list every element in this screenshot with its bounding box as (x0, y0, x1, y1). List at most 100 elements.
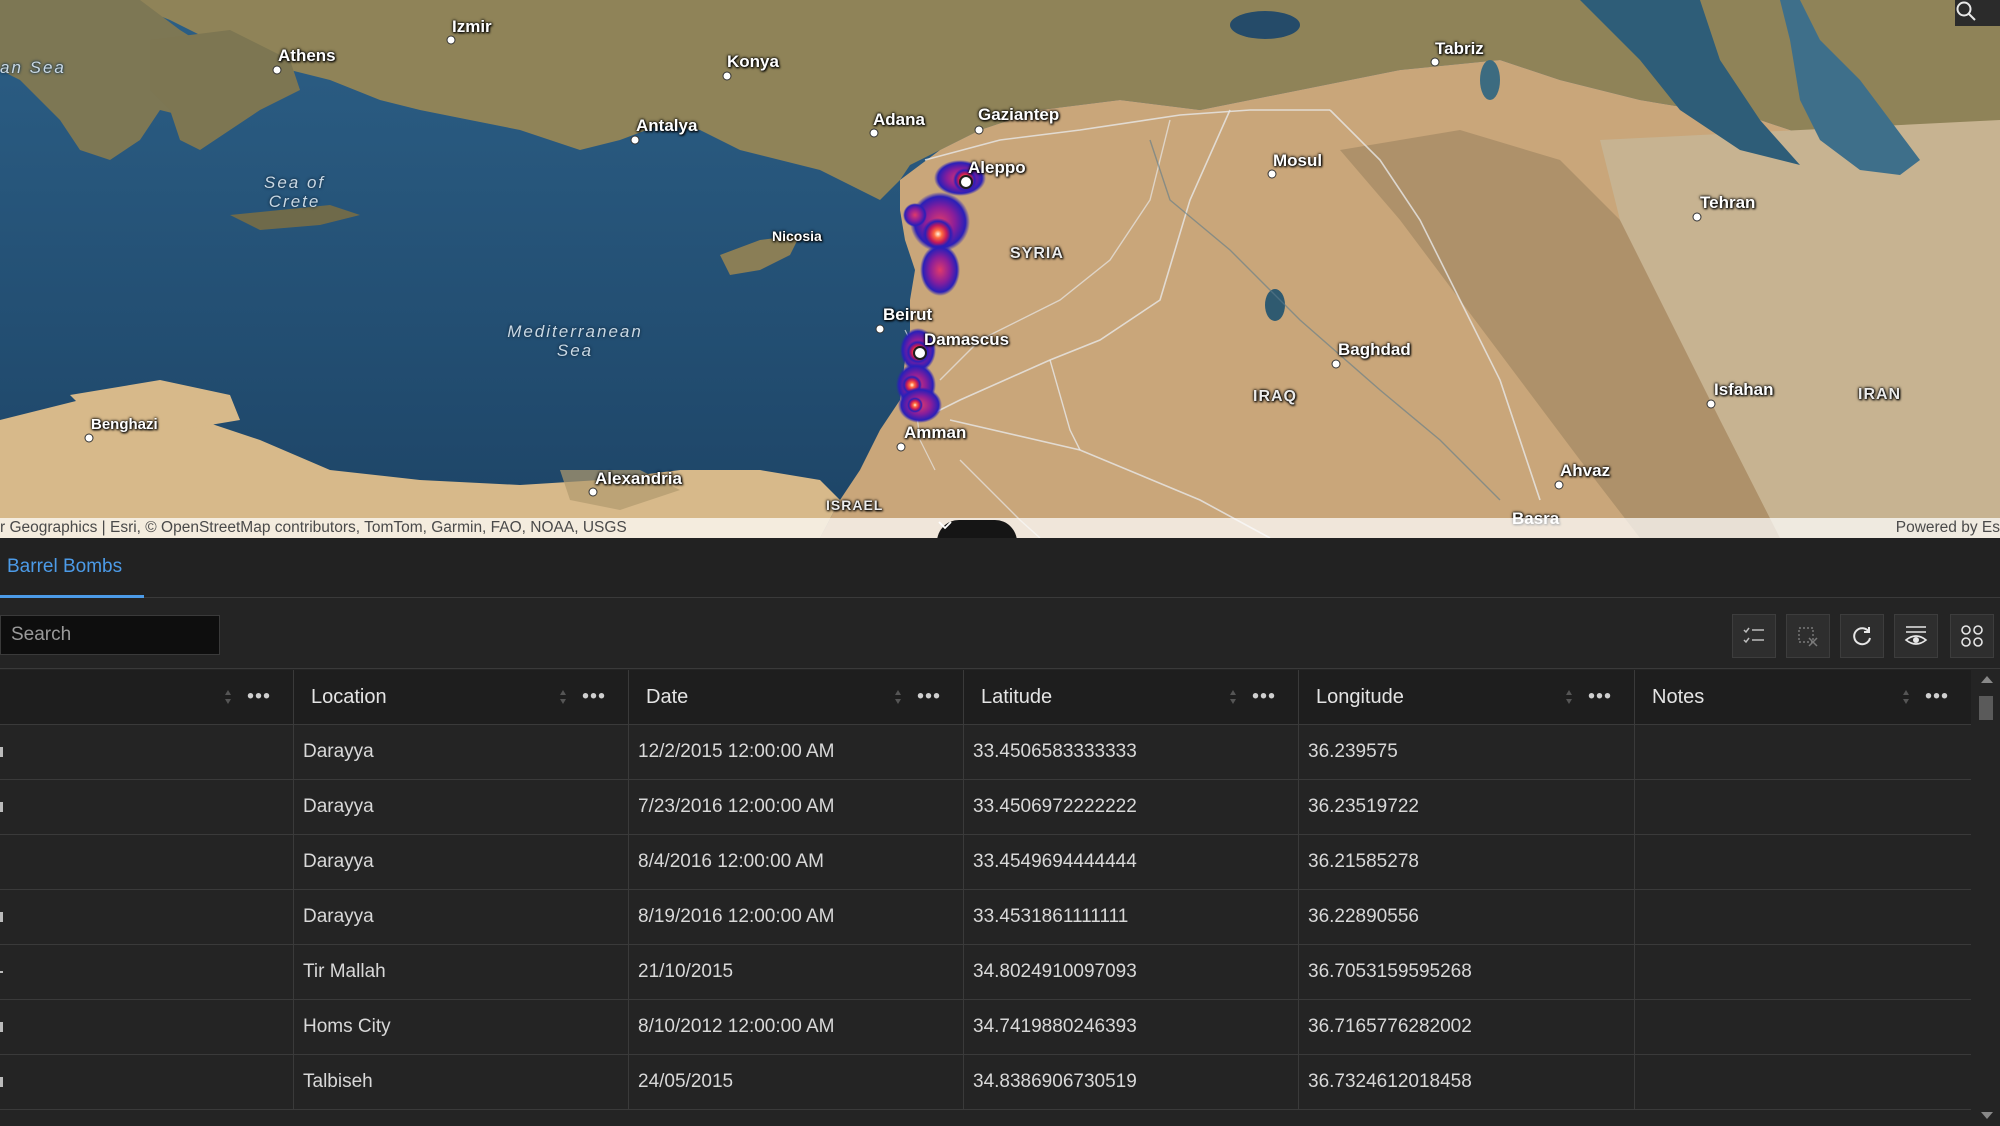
map-label-iran: IRAN (1858, 386, 1902, 403)
column-header-location[interactable]: Location ••• (294, 670, 629, 724)
scrollbar-thumb[interactable] (1979, 696, 1993, 720)
table-row[interactable]: Darayya 7/23/2016 12:00:00 AM 33.4506972… (0, 780, 1971, 835)
tab-barrel-bombs[interactable]: Barrel Bombs (0, 538, 145, 598)
map-label-nicosia: Nicosia (772, 228, 822, 244)
map-label-aleppo: Aleppo (968, 158, 1026, 177)
table-row[interactable]: Darayya 8/4/2016 12:00:00 AM 33.45496944… (0, 835, 1971, 890)
map-label-gaziantep: Gaziantep (978, 105, 1060, 124)
map-label-damascus: Damascus (924, 330, 1010, 349)
select-all-button[interactable] (1732, 614, 1776, 658)
row-id-stub (0, 747, 3, 757)
map-label-mosul: Mosul (1273, 151, 1323, 170)
cell-longitude: 36.7324612018458 (1299, 1055, 1635, 1109)
column-header-label: Notes (1652, 685, 1705, 708)
collapse-table-button[interactable] (937, 520, 1017, 538)
cell-date: 12/2/2015 12:00:00 AM (629, 725, 964, 779)
table-row[interactable]: Tir Mallah 21/10/2015 34.8024910097093 3… (0, 945, 1971, 1000)
column-menu-icon[interactable]: ••• (1252, 686, 1276, 709)
map-label-izmir: Izmir (452, 17, 492, 36)
cell-notes (1635, 890, 1971, 944)
cell-location: Darayya (294, 725, 629, 779)
table-tabs: Barrel Bombs (0, 538, 2000, 598)
map-label-israel: ISRAEL (826, 497, 884, 513)
map-label-antalya: Antalya (636, 116, 698, 135)
map-label-amman: Amman (904, 423, 967, 442)
cell-date: 21/10/2015 (629, 945, 964, 999)
sort-icon[interactable] (1566, 690, 1572, 704)
cell-latitude: 34.8024910097093 (964, 945, 1299, 999)
scroll-up-arrow-icon[interactable] (1981, 676, 1993, 683)
show-hide-columns-icon (1904, 626, 1928, 645)
feature-table-panel: Barrel Bombs Search ••• Location ••• Dat… (0, 538, 2000, 1126)
cell-notes (1635, 780, 1971, 834)
sort-icon[interactable] (1230, 690, 1236, 704)
map-label-baghdad: Baghdad (1338, 340, 1411, 359)
column-header-date[interactable]: Date ••• (629, 670, 964, 724)
cell-date: 7/23/2016 12:00:00 AM (629, 780, 964, 834)
row-id-stub (0, 1022, 3, 1032)
powered-by-esri-link[interactable]: Powered by Es (1896, 518, 2000, 538)
cell-latitude: 33.4506583333333 (964, 725, 1299, 779)
clear-selection-button[interactable] (1786, 614, 1830, 658)
city-dot (1692, 212, 1702, 222)
sort-icon[interactable] (225, 690, 231, 704)
column-menu-icon[interactable]: ••• (1925, 686, 1949, 709)
cell-longitude: 36.7165776282002 (1299, 1000, 1635, 1054)
column-header-longitude[interactable]: Longitude ••• (1299, 670, 1635, 724)
search-icon (1956, 1, 1976, 21)
sort-icon[interactable] (560, 690, 566, 704)
attribute-table: ••• Location ••• Date ••• Latitude ••• L… (0, 670, 1971, 1126)
column-menu-icon[interactable]: ••• (1588, 686, 1612, 709)
city-dot (1331, 359, 1341, 369)
map-search-button[interactable] (1955, 0, 2000, 26)
layout-button[interactable] (1950, 614, 1994, 658)
city-dot (84, 433, 94, 443)
search-input[interactable] (0, 615, 220, 655)
column-header-label: Location (311, 685, 387, 708)
cell-notes (1635, 1055, 1971, 1109)
table-row-partial (0, 1110, 1971, 1126)
cell-latitude: 33.4506972222222 (964, 780, 1299, 834)
city-dot (630, 135, 640, 145)
cell-location: Homs City (294, 1000, 629, 1054)
table-row[interactable]: Homs City 8/10/2012 12:00:00 AM 34.74198… (0, 1000, 1971, 1055)
map-view[interactable]: Izmir Athens Konya Antalya Adana Gaziant… (0, 0, 2000, 538)
cell-notes (1635, 1000, 1971, 1054)
cell-id (0, 835, 294, 889)
scroll-down-arrow-icon[interactable] (1981, 1112, 1993, 1119)
show-hide-columns-button[interactable] (1894, 614, 1938, 658)
column-header-notes[interactable]: Notes ••• (1635, 670, 1971, 724)
row-id-stub (0, 971, 3, 973)
cell-longitude: 36.22890556 (1299, 890, 1635, 944)
table-row[interactable]: Talbiseh 24/05/2015 34.8386906730519 36.… (0, 1055, 1971, 1110)
column-header-latitude[interactable]: Latitude ••• (964, 670, 1299, 724)
city-dot (875, 324, 885, 334)
column-header-label: Date (646, 685, 689, 708)
map-label-mediterranean: Mediterranean Sea (505, 322, 645, 360)
sort-icon[interactable] (1903, 690, 1909, 704)
cell-id (0, 945, 294, 999)
column-menu-icon[interactable]: ••• (917, 686, 941, 709)
column-menu-icon[interactable]: ••• (247, 686, 271, 709)
cell-id (0, 780, 294, 834)
cell-date: 8/4/2016 12:00:00 AM (629, 835, 964, 889)
cell-date: 24/05/2015 (629, 1055, 964, 1109)
cell-notes (1635, 945, 1971, 999)
column-menu-icon[interactable]: ••• (582, 686, 606, 709)
table-scrollbar[interactable] (1971, 670, 2000, 1126)
refresh-button[interactable] (1840, 614, 1884, 658)
refresh-icon (1853, 627, 1871, 646)
map-label-benghazi: Benghazi (91, 416, 158, 433)
attribution-text: r Geographics | Esri, © OpenStreetMap co… (0, 519, 627, 536)
column-header-label: Longitude (1316, 685, 1404, 708)
map-label-beirut: Beirut (883, 305, 933, 324)
map-label-athens: Athens (278, 46, 336, 65)
sort-icon[interactable] (895, 690, 901, 704)
basemap-imagery (0, 0, 2000, 538)
table-row[interactable]: Darayya 12/2/2015 12:00:00 AM 33.4506583… (0, 725, 1971, 780)
cell-location: Talbiseh (294, 1055, 629, 1109)
map-label-sea-of-crete: Sea of Crete (264, 173, 325, 211)
table-row[interactable]: Darayya 8/19/2016 12:00:00 AM 33.4531861… (0, 890, 1971, 945)
cell-longitude: 36.239575 (1299, 725, 1635, 779)
column-header-id[interactable]: ••• (0, 670, 294, 724)
